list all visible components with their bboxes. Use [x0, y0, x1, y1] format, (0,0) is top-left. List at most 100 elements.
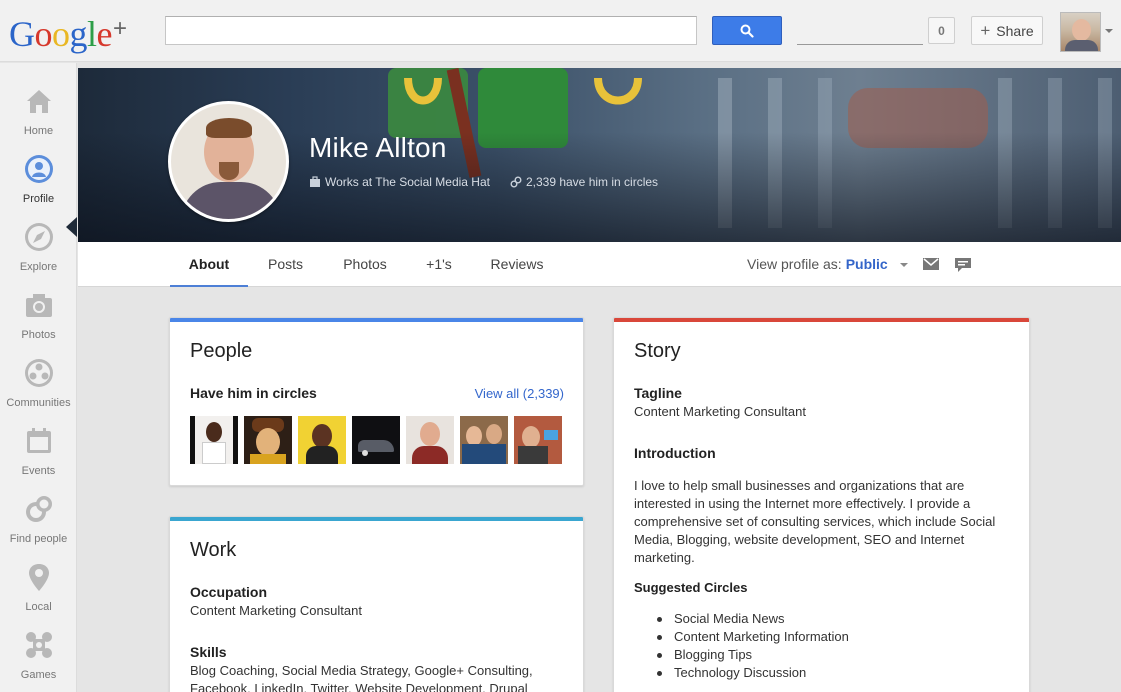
occupation-value: Content Marketing Consultant	[190, 603, 362, 618]
nav-active-pointer	[66, 217, 77, 237]
google-plus-logo[interactable]: Google+	[9, 10, 127, 53]
account-avatar[interactable]	[1060, 12, 1101, 52]
list-item: Social Media News	[654, 610, 849, 628]
share-button[interactable]: + Share	[971, 16, 1043, 45]
compass-icon	[25, 223, 53, 251]
map-pin-icon	[29, 564, 49, 591]
nav-label: Communities	[6, 397, 71, 409]
logo-plus: +	[113, 15, 127, 42]
people-card: People Have him in circles View all (2,3…	[169, 317, 584, 486]
person-thumbnail[interactable]	[298, 416, 346, 464]
profile-meta: Works at The Social Media Hat 2,339 have…	[309, 175, 658, 189]
tab-posts[interactable]: Posts	[258, 242, 313, 287]
profile-photo-shirt	[181, 182, 281, 219]
story-title: Story	[634, 340, 681, 362]
calendar-icon	[27, 428, 51, 453]
introduction-text: I love to help small businesses and orga…	[634, 478, 996, 565]
tagline-label: Tagline	[634, 385, 682, 401]
card-accent	[170, 318, 583, 322]
skills-value: Facebook, LinkedIn, Twitter, Website Dev…	[190, 681, 528, 692]
introduction-label: Introduction	[634, 445, 716, 461]
logo-letter: e	[96, 14, 113, 54]
tab-plus-ones[interactable]: +1's	[416, 242, 462, 287]
nav-item-communities[interactable]: Communities	[0, 349, 77, 417]
tab-about[interactable]: About	[170, 242, 248, 287]
topbar-divider	[797, 44, 923, 45]
nav-label: Games	[20, 669, 57, 681]
avatar-head	[1072, 19, 1091, 41]
nav-item-photos[interactable]: Photos	[0, 281, 77, 349]
nav-item-home[interactable]: Home	[0, 77, 77, 145]
person-thumbnail[interactable]	[514, 416, 562, 464]
nav-label: Home	[23, 125, 54, 137]
tagline-value: Content Marketing Consultant	[634, 404, 806, 419]
nav-item-local[interactable]: Local	[0, 553, 77, 621]
share-label: Share	[996, 22, 1034, 39]
logo-letter: l	[87, 14, 97, 54]
profile-photo[interactable]	[168, 101, 289, 222]
search-button[interactable]	[712, 16, 782, 45]
card-accent	[614, 318, 1029, 322]
chevron-down-icon[interactable]	[900, 263, 908, 267]
nav-label: Local	[25, 601, 52, 613]
story-card: Story Tagline Content Marketing Consulta…	[613, 317, 1030, 692]
top-bar: Google+ 0 + Share	[0, 0, 1121, 62]
circles-count[interactable]: 2,339 have him in circles	[526, 175, 658, 189]
logo-letter: o	[52, 14, 70, 54]
mail-icon[interactable]	[923, 258, 939, 270]
person-thumbnail[interactable]	[406, 416, 454, 464]
nav-item-games[interactable]: Games	[0, 621, 77, 689]
plus-icon: +	[980, 20, 991, 40]
occupation-label: Occupation	[190, 584, 268, 600]
profile-photo-beard	[219, 162, 239, 180]
logo-letter: o	[34, 14, 53, 54]
home-icon	[27, 90, 51, 113]
link-icon	[510, 176, 522, 188]
find-people-icon	[26, 496, 52, 522]
left-nav: Home Profile Explore Photos Communities …	[0, 63, 77, 692]
search-input[interactable]	[165, 16, 697, 45]
logo-letter: g	[69, 14, 88, 54]
skills-label: Skills	[190, 644, 227, 660]
nav-label: Events	[21, 465, 56, 477]
circles-thumbnails	[190, 416, 562, 464]
suggested-circles-label: Suggested Circles	[634, 580, 748, 595]
people-subtitle: Have him in circles	[190, 385, 317, 401]
nav-item-events[interactable]: Events	[0, 417, 77, 485]
nav-label: Profile	[22, 193, 55, 205]
chevron-down-icon[interactable]	[1105, 29, 1113, 33]
person-thumbnail[interactable]	[190, 416, 238, 464]
work-card: Work Occupation Content Marketing Consul…	[169, 516, 584, 692]
logo-letter: G	[9, 14, 35, 54]
notification-count[interactable]: 0	[928, 17, 955, 44]
view-as-label: View profile as:	[747, 256, 842, 272]
nav-item-profile[interactable]: Profile	[0, 145, 77, 213]
tab-reviews[interactable]: Reviews	[484, 242, 550, 287]
list-item: Technology Discussion	[654, 664, 849, 682]
list-item: Blogging Tips	[654, 646, 849, 664]
games-icon	[26, 632, 52, 658]
view-all-link[interactable]: View all (2,339)	[475, 386, 564, 401]
person-thumbnail[interactable]	[352, 416, 400, 464]
tab-photos[interactable]: Photos	[334, 242, 396, 287]
view-as-value[interactable]: Public	[846, 256, 888, 272]
avatar-shirt	[1065, 40, 1098, 51]
suggested-circles-list: Social Media News Content Marketing Info…	[654, 610, 849, 682]
nav-label: Find people	[9, 533, 68, 545]
people-title: People	[190, 340, 253, 362]
comment-icon[interactable]	[955, 258, 971, 272]
profile-name: Mike Allton	[309, 132, 447, 163]
camera-icon	[26, 294, 52, 317]
person-thumbnail[interactable]	[460, 416, 508, 464]
nav-label: Explore	[19, 261, 58, 273]
communities-icon	[25, 359, 53, 387]
profile-icon	[25, 155, 53, 183]
person-thumbnail[interactable]	[244, 416, 292, 464]
works-at: Works at The Social Media Hat	[325, 175, 490, 189]
list-item: Content Marketing Information	[654, 628, 849, 646]
view-profile-as[interactable]: View profile as: Public	[747, 256, 888, 272]
skills-value: Blog Coaching, Social Media Strategy, Go…	[190, 663, 533, 678]
profile-photo-hair	[206, 118, 252, 138]
work-title: Work	[190, 539, 237, 561]
nav-item-find-people[interactable]: Find people	[0, 485, 77, 553]
